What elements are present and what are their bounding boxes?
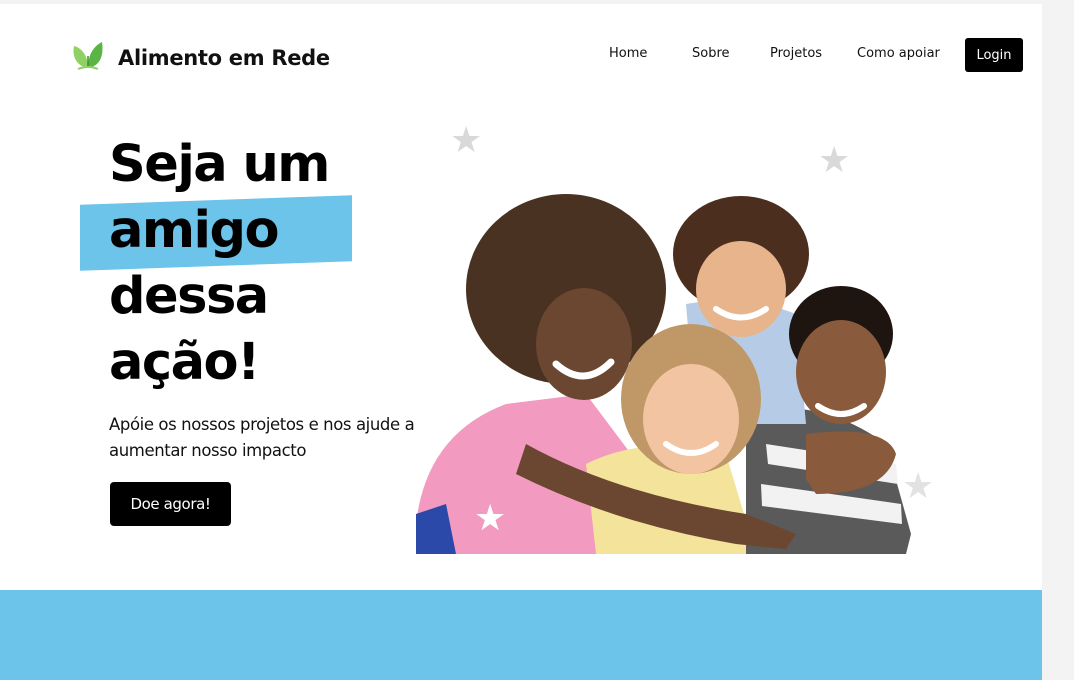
nav-como-apoiar[interactable]: Como apoiar [857,46,940,61]
star-icon: ★ [474,497,507,538]
section-band [0,590,1042,680]
leaf-logo-icon [70,38,106,77]
star-icon: ★ [450,119,483,160]
star-icon: ★ [818,139,851,180]
headline-line-2: amigo [109,201,280,260]
landing-page: Alimento em Rede Home Sobre Projetos Com… [0,4,1042,680]
login-button[interactable]: Login [965,38,1023,72]
hero-subtitle: Apóie os nossos projetos e nos ajude a a… [109,415,415,460]
donate-button[interactable]: Doe agora! [110,482,231,526]
nav-sobre[interactable]: Sobre [692,46,730,61]
headline-line-4: ação! [109,333,260,392]
brand-name: Alimento em Rede [118,45,330,70]
headline-line-1: Seja um [109,135,330,194]
nav-projetos[interactable]: Projetos [770,46,822,61]
headline-line-3: dessa [109,267,269,326]
brand-logo[interactable]: Alimento em Rede [70,38,330,77]
nav-home[interactable]: Home [609,46,647,61]
star-icon: ★ [902,465,935,506]
